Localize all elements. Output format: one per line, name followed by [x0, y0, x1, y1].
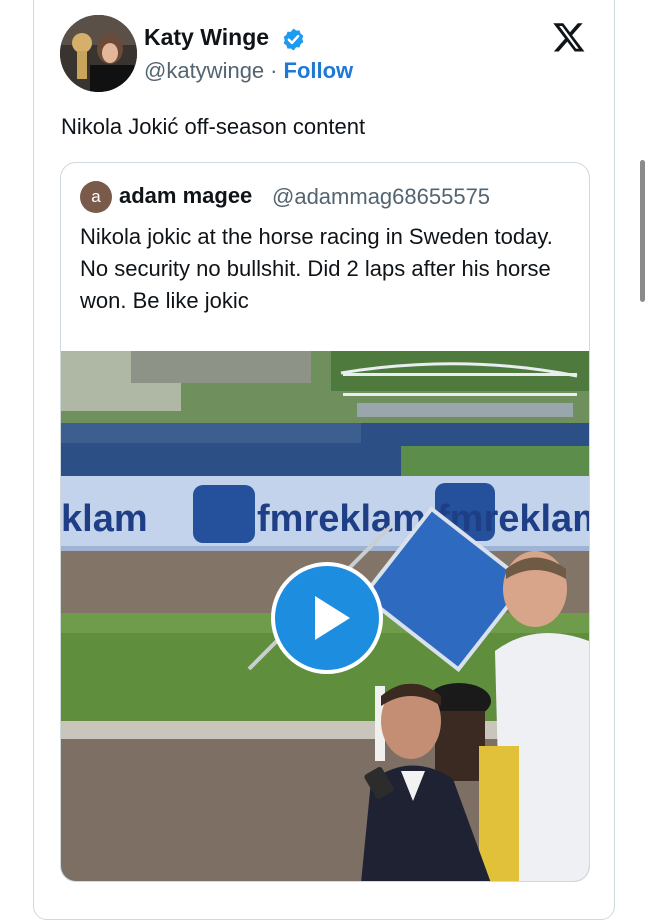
verified-badge-icon — [283, 28, 304, 51]
quoted-author-name[interactable]: adam magee — [119, 183, 252, 209]
play-icon — [315, 596, 350, 640]
banner-text-1: fmreklam — [257, 498, 426, 540]
quoted-author-handle[interactable]: @adammag68655575 — [272, 184, 490, 210]
separator-dot: · — [270, 58, 278, 83]
scrollbar-thumb[interactable] — [640, 160, 645, 302]
handle-row: @katywinge · Follow — [144, 58, 353, 84]
author-handle[interactable]: @katywinge — [144, 58, 264, 83]
follow-button[interactable]: Follow — [284, 58, 354, 83]
video-player[interactable]: klam fmreklam fmreklam — [61, 351, 589, 881]
x-logo-icon[interactable] — [551, 20, 587, 54]
tweet-text: Nikola Jokić off-season content — [61, 114, 366, 139]
play-button[interactable] — [271, 562, 383, 674]
quoted-tweet[interactable]: a adam magee @adammag68655575 Nikola jok… — [60, 162, 590, 882]
quoted-tweet-text: Nikola jokic at the horse racing in Swed… — [80, 224, 553, 313]
author-avatar[interactable] — [60, 15, 137, 92]
banner-left-text: klam — [61, 498, 148, 540]
author-name[interactable]: Katy Winge — [144, 24, 269, 51]
quoted-author-avatar[interactable]: a — [80, 181, 112, 213]
